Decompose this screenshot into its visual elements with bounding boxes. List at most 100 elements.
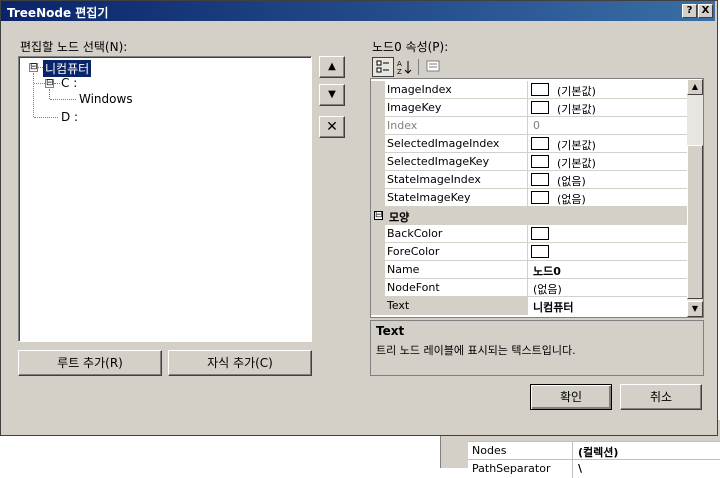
collapse-icon[interactable]: ⊟: [29, 63, 38, 72]
row-gutter: [371, 243, 385, 261]
tree-node-computer[interactable]: 니컴퓨터: [43, 60, 92, 77]
property-name: StateImageKey: [387, 191, 471, 204]
column-divider: [527, 153, 528, 171]
property-name: ImageKey: [387, 101, 442, 114]
property-value[interactable]: (없음): [533, 281, 562, 297]
property-name: SelectedImageIndex: [387, 137, 500, 150]
property-value[interactable]: 노드0: [533, 263, 561, 279]
tree-line: [50, 99, 76, 100]
property-name: StateImageIndex: [387, 173, 481, 186]
categorized-icon[interactable]: [372, 57, 394, 77]
background-grid-row[interactable]: Nodes (컬렉션): [468, 441, 720, 460]
image-swatch: [531, 191, 549, 204]
property-value[interactable]: (기본값): [557, 137, 596, 153]
property-row-backcolor[interactable]: BackColor: [371, 225, 689, 243]
tree-line: [34, 117, 58, 118]
property-name: Index: [387, 119, 418, 132]
property-value[interactable]: (없음): [557, 173, 586, 189]
column-divider: [527, 135, 528, 153]
property-name: Text: [387, 299, 410, 312]
help-button[interactable]: ?: [682, 4, 697, 18]
property-description-panel: Text 트리 노드 레이블에 표시되는 텍스트입니다.: [370, 320, 704, 376]
property-row-stateimageindex[interactable]: StateImageIndex (없음): [371, 171, 689, 189]
cancel-button[interactable]: 취소: [620, 384, 702, 410]
scroll-thumb[interactable]: [687, 145, 703, 299]
tree-node-c-drive[interactable]: C :: [61, 76, 77, 90]
property-row-nodefont[interactable]: NodeFont (없음): [371, 279, 689, 297]
row-gutter: [371, 81, 385, 99]
row-gutter: [371, 99, 385, 117]
property-row-forecolor[interactable]: ForeColor: [371, 243, 689, 261]
background-grid-row[interactable]: PathSeparator \: [468, 459, 720, 478]
scroll-up-icon[interactable]: ▲: [687, 79, 703, 95]
property-row-imageindex[interactable]: ImageIndex (기본값): [371, 81, 689, 99]
column-divider: [527, 99, 528, 117]
column-divider: [527, 225, 528, 243]
property-value[interactable]: (기본값): [557, 83, 596, 99]
grid-divider: [572, 442, 573, 460]
tree-node-windows[interactable]: Windows: [79, 92, 133, 106]
property-grid-toolbar: A Z: [370, 56, 708, 78]
row-gutter: [371, 171, 385, 189]
background-prop-value: \: [578, 462, 583, 475]
svg-text:Z: Z: [397, 68, 402, 75]
color-swatch: [531, 227, 549, 240]
column-divider: [527, 117, 528, 135]
background-prop-name: PathSeparator: [472, 462, 551, 475]
add-child-button[interactable]: 자식 추가(C): [168, 350, 312, 376]
ok-button[interactable]: 확인: [530, 384, 612, 410]
property-row-imagekey[interactable]: ImageKey (기본값): [371, 99, 689, 117]
background-prop-name: Nodes: [472, 444, 507, 457]
add-root-button[interactable]: 루트 추가(R): [18, 350, 162, 376]
title-bar[interactable]: TreeNode 편집기 ? X: [1, 1, 715, 21]
image-swatch: [531, 83, 549, 96]
property-value[interactable]: (없음): [557, 191, 586, 207]
move-up-button[interactable]: ▲: [319, 56, 345, 78]
property-grid-scrollbar[interactable]: ▲ ▼: [687, 79, 703, 317]
property-name: Name: [387, 263, 420, 276]
tree-line: [49, 89, 50, 99]
node-tree[interactable]: ⊟ 니컴퓨터 ⊟ C : Windows D :: [18, 56, 312, 342]
property-name: NodeFont: [387, 281, 440, 294]
property-pages-icon[interactable]: [422, 57, 444, 77]
image-swatch: [531, 155, 549, 168]
delete-node-button[interactable]: ✕: [319, 116, 345, 138]
property-row-selectedimageindex[interactable]: SelectedImageIndex (기본값): [371, 135, 689, 153]
property-row-index[interactable]: Index 0: [371, 117, 689, 135]
column-divider: [527, 189, 528, 207]
scroll-down-icon[interactable]: ▼: [687, 301, 703, 317]
arrow-down-icon: ▼: [328, 89, 336, 100]
svg-text:A: A: [397, 60, 402, 68]
row-gutter: [371, 225, 385, 243]
column-divider: [527, 297, 528, 315]
description-title: Text: [376, 324, 405, 338]
move-down-button[interactable]: ▼: [319, 84, 345, 106]
image-swatch: [531, 101, 549, 114]
property-row-text[interactable]: Text 니컴퓨터: [371, 297, 689, 315]
collapse-icon[interactable]: ⊟: [374, 211, 383, 220]
property-row-name[interactable]: Name 노드0: [371, 261, 689, 279]
category-appearance[interactable]: ⊟ 모양: [371, 207, 689, 225]
property-row-stateimagekey[interactable]: StateImageKey (없음): [371, 189, 689, 207]
grid-divider: [572, 460, 573, 478]
close-button[interactable]: X: [698, 4, 713, 18]
properties-label: 노드0 속성(P):: [372, 40, 449, 54]
property-value[interactable]: (기본값): [557, 101, 596, 117]
window-title: TreeNode 편집기: [7, 6, 109, 20]
tree-line: [54, 83, 60, 84]
row-gutter: [371, 117, 385, 135]
row-gutter: [371, 297, 385, 315]
collapse-icon[interactable]: ⊟: [45, 79, 54, 88]
tree-node-d-drive[interactable]: D :: [61, 110, 78, 124]
property-value[interactable]: 니컴퓨터: [533, 299, 573, 315]
property-value[interactable]: (기본값): [557, 155, 596, 171]
column-divider: [527, 279, 528, 297]
property-name: ImageIndex: [387, 83, 452, 96]
row-gutter: [371, 153, 385, 171]
property-name: SelectedImageKey: [387, 155, 490, 168]
arrow-up-icon: ▲: [328, 61, 336, 72]
property-grid[interactable]: ImageIndex (기본값) ImageKey (기본값) Index 0 …: [370, 78, 704, 318]
property-row-selectedimagekey[interactable]: SelectedImageKey (기본값): [371, 153, 689, 171]
alphabetical-icon[interactable]: A Z: [394, 57, 416, 77]
property-value: 0: [533, 119, 540, 132]
